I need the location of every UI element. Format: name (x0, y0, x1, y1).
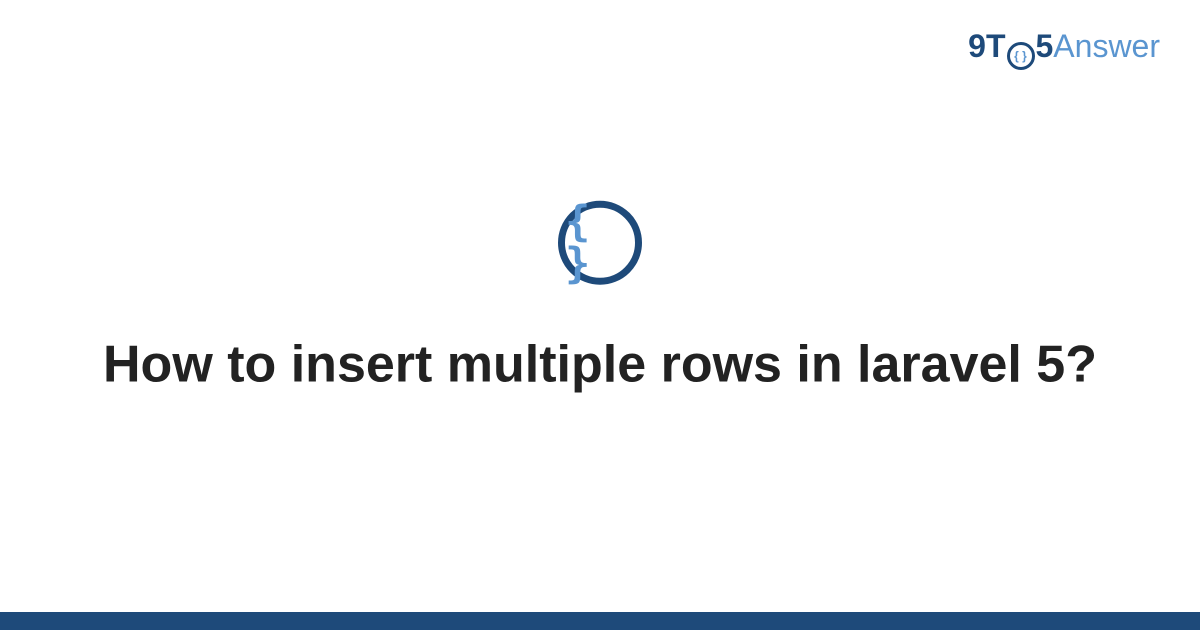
category-icon-circle: { } (558, 201, 642, 285)
page-title: How to insert multiple rows in laravel 5… (103, 333, 1097, 398)
logo-o-circle: { } (1007, 42, 1035, 70)
footer-bar (0, 612, 1200, 630)
main-content: { } How to insert multiple rows in larav… (0, 201, 1200, 398)
logo-text-5: 5 (1036, 28, 1054, 65)
code-braces-icon: { } (565, 201, 635, 285)
logo-text-9t: 9T (968, 28, 1005, 65)
logo-text-answer: Answer (1053, 28, 1160, 65)
site-logo: 9T { } 5 Answer (968, 28, 1160, 67)
logo-o-inner-braces: { } (1014, 50, 1027, 62)
